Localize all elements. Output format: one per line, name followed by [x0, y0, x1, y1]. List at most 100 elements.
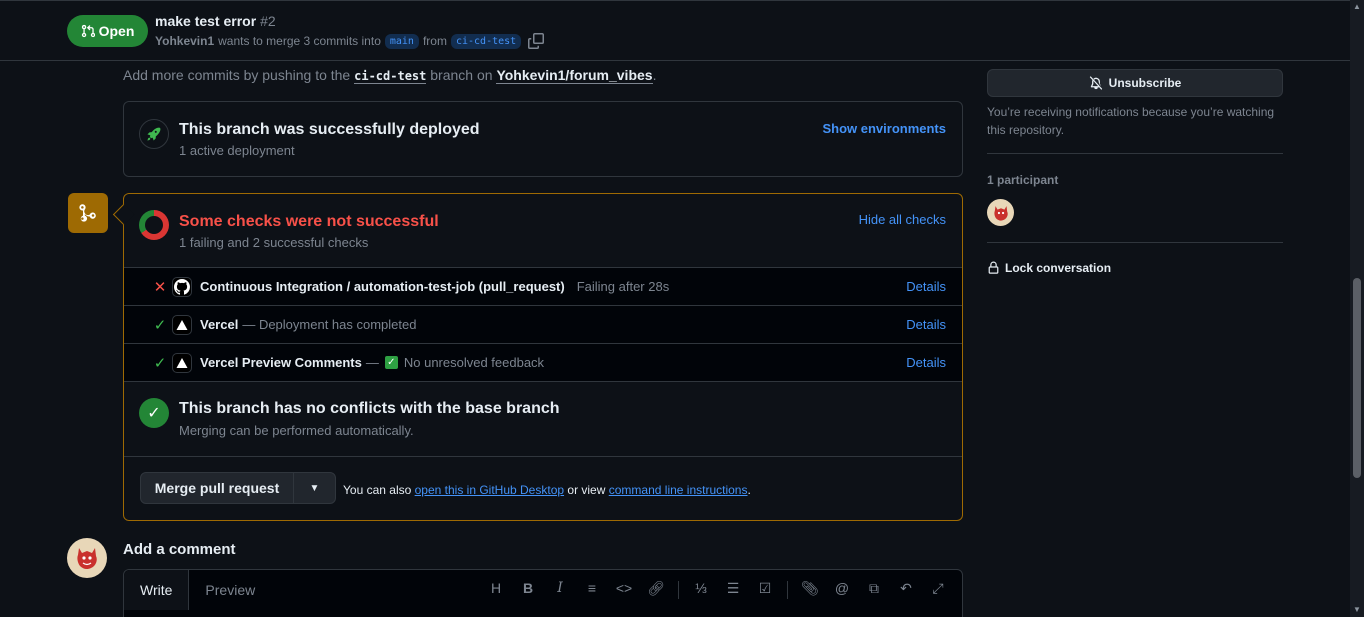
x-icon: ✕ [153, 278, 167, 296]
unsubscribe-label: Unsubscribe [1108, 76, 1182, 90]
check-description-prefix: — [365, 355, 379, 370]
pr-title-text: make test error [155, 13, 257, 29]
check-row: ✓ Vercel Preview Comments — ✓ No unresol… [124, 343, 962, 381]
rocket-icon [139, 119, 169, 149]
scrollbar-thumb[interactable] [1353, 278, 1361, 478]
lock-conversation-button[interactable]: Lock conversation [987, 261, 1111, 275]
show-environments-link[interactable]: Show environments [822, 121, 946, 136]
deployment-title: This branch was successfully deployed [179, 121, 480, 138]
push-note-mid: branch on [430, 67, 493, 83]
push-commits-note: Add more commits by pushing to the ci-cd… [123, 67, 657, 84]
deployment-box: This branch was successfully deployed 1 … [123, 101, 963, 177]
github-logo-icon [172, 276, 192, 297]
triangle-down-icon: ▼ [309, 482, 320, 494]
white-check-mark-icon: ✓ [384, 356, 398, 369]
participant-avatar[interactable] [987, 199, 1014, 226]
check-row: ✓ Vercel — Deployment has completed Deta… [124, 305, 962, 343]
code-icon[interactable]: <> [608, 580, 640, 600]
bold-icon[interactable]: B [512, 580, 544, 600]
ordered-list-icon[interactable]: ⅓ [685, 580, 717, 600]
sidebar-divider [987, 153, 1283, 154]
pr-merge-text: wants to merge 3 commits into [218, 34, 381, 48]
check-description: Failing after 28s [576, 279, 670, 294]
toolbar-divider [787, 581, 788, 599]
pr-meta: Yohkevin1 wants to merge 3 commits into … [155, 33, 545, 49]
pr-state-label: Open [98, 23, 135, 39]
merge-pull-request-button[interactable]: Merge pull request [140, 472, 294, 504]
toolbar-divider [678, 581, 679, 599]
command-line-instructions-link[interactable]: command line instructions [609, 483, 748, 497]
open-in-desktop-link[interactable]: open this in GitHub Desktop [415, 483, 564, 497]
pr-from-text: from [422, 34, 447, 48]
copy-icon[interactable] [528, 33, 545, 49]
avatar[interactable] [67, 538, 107, 578]
task-list-icon[interactable]: ☑ [749, 580, 781, 600]
lock-conversation-label: Lock conversation [1005, 261, 1112, 275]
unsubscribe-button[interactable]: Unsubscribe [987, 69, 1283, 97]
editor-tabs: Write Preview [124, 570, 271, 610]
check-description-text: No unresolved feedback [403, 355, 545, 370]
base-branch-tag[interactable]: main [384, 33, 419, 49]
fullscreen-icon[interactable]: ⤢ [922, 580, 954, 600]
check-icon: ✓ [153, 316, 167, 334]
bell-slash-icon [1089, 76, 1102, 90]
markdown-toolbar: H B I ≡ <> 🔗︎ ⅓ ☰ ☑ 📎︎ @ ⧉ ↶ ⤢ [480, 580, 954, 600]
tab-write[interactable]: Write [124, 570, 190, 610]
merge-hint: You can also open this in GitHub Desktop… [343, 483, 751, 497]
merge-button-label: Merge pull request [154, 480, 280, 496]
merge-hint-suffix: . [747, 483, 751, 497]
checks-subtitle: 1 failing and 2 successful checks [179, 235, 369, 250]
reference-icon[interactable]: ⧉ [858, 580, 890, 600]
link-icon[interactable]: 🔗︎ [640, 580, 672, 600]
check-name: Vercel Preview Comments [200, 355, 362, 370]
pr-state-badge: Open [67, 15, 148, 47]
conflicts-subtitle: Merging can be performed automatically. [179, 423, 414, 438]
head-branch-tag[interactable]: ci-cd-test [450, 33, 522, 49]
lock-icon [988, 261, 999, 274]
tab-preview[interactable]: Preview [189, 570, 271, 610]
pr-sticky-header: Open make test error #2 Yohkevin1 wants … [0, 0, 1350, 61]
deployment-subtitle: 1 active deployment [179, 143, 295, 158]
push-note-repo-link[interactable]: Yohkevin1/forum_vibes [496, 67, 653, 84]
italic-icon[interactable]: I [544, 580, 576, 600]
check-name: Continuous Integration / automation-test… [200, 279, 565, 294]
push-note-branch[interactable]: ci-cd-test [354, 69, 427, 84]
check-details-link[interactable]: Details [906, 279, 946, 294]
merge-status-box: Some checks were not successful 1 failin… [123, 193, 963, 521]
push-note-prefix: Add more commits by pushing to the [123, 67, 351, 83]
check-details-link[interactable]: Details [906, 317, 946, 332]
vercel-logo-icon [172, 314, 192, 335]
check-details-link[interactable]: Details [906, 355, 946, 370]
checks-status-ring-icon [139, 210, 169, 240]
check-circle-icon: ✓ [139, 398, 169, 428]
comment-editor: Write Preview H B I ≡ <> 🔗︎ ⅓ ☰ ☑ 📎︎ @ ⧉… [123, 569, 963, 617]
merge-hint-mid: or view [567, 483, 606, 497]
quote-icon[interactable]: ≡ [576, 580, 608, 600]
participants-label: 1 participant [987, 173, 1059, 187]
pr-number: #2 [260, 13, 276, 29]
check-description: — Deployment has completed [242, 317, 417, 332]
vercel-logo-icon [172, 352, 192, 373]
scroll-down-arrow-icon[interactable]: ▼ [1353, 605, 1361, 614]
merge-method-dropdown[interactable]: ▼ [293, 472, 336, 504]
merge-hint-prefix: You can also [343, 483, 412, 497]
conflicts-section: ✓ This branch has no conflicts with the … [124, 381, 962, 456]
mention-icon[interactable]: @ [826, 580, 858, 600]
check-icon: ✓ [153, 354, 167, 372]
unordered-list-icon[interactable]: ☰ [717, 580, 749, 600]
scroll-up-arrow-icon[interactable]: ▲ [1353, 2, 1361, 11]
git-merge-icon [68, 193, 108, 233]
page-scrollbar[interactable]: ▲ ▼ [1350, 0, 1364, 617]
hide-all-checks-link[interactable]: Hide all checks [859, 212, 946, 227]
add-comment-heading: Add a comment [123, 541, 236, 558]
attach-icon[interactable]: 📎︎ [794, 580, 826, 600]
reply-icon[interactable]: ↶ [890, 580, 922, 600]
conflicts-title: This branch has no conflicts with the ba… [179, 400, 560, 417]
pr-author-link[interactable]: Yohkevin1 [155, 34, 214, 48]
check-description: — ✓ No unresolved feedback [366, 355, 544, 370]
pr-title: make test error #2 [155, 13, 276, 29]
push-note-suffix: . [652, 67, 657, 83]
git-pull-request-icon [81, 24, 95, 38]
merge-action-section: Merge pull request ▼ You can also open t… [124, 456, 962, 520]
heading-icon[interactable]: H [480, 580, 512, 600]
